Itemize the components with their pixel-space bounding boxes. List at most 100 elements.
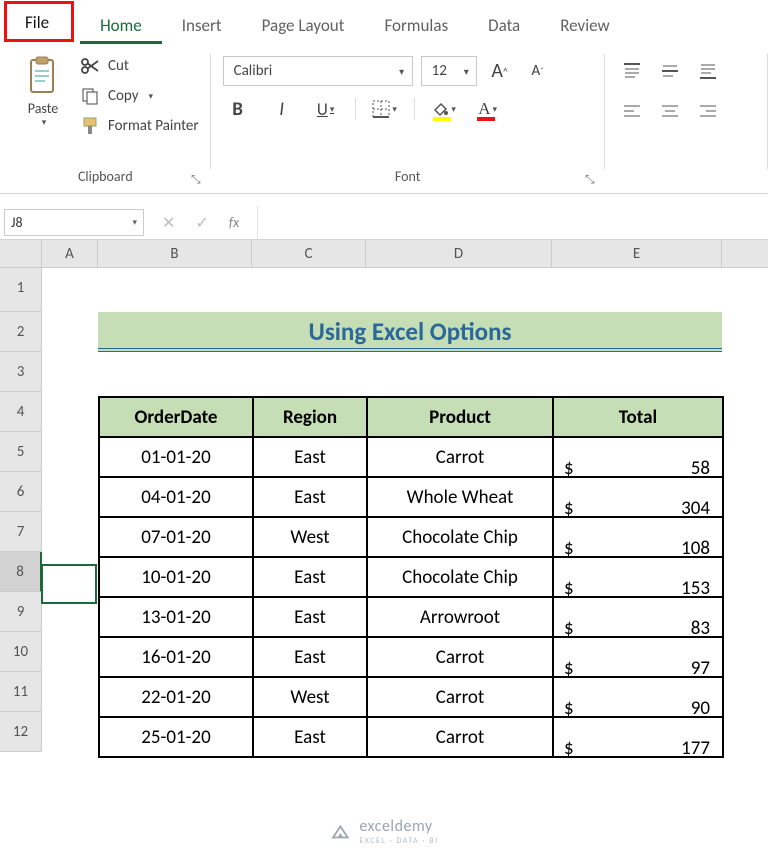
header-orderdate[interactable]: OrderDate [99,397,253,437]
row-header[interactable]: 10 [0,632,42,672]
fx-button[interactable]: fx [229,214,239,231]
group-font: Calibri ▾ 12 ▾ A^ Aˇ B I U▾ ▾ [211,44,605,193]
separator [414,98,415,120]
copy-button[interactable]: Copy ▾ [80,86,199,106]
cell[interactable]: 16-01-20 [99,637,253,677]
cell[interactable]: $58 [553,437,723,477]
watermark-brand: exceldemy [359,817,432,836]
tab-review[interactable]: Review [540,5,629,44]
dialog-launcher-icon[interactable]: ⤡ [191,172,201,188]
cell[interactable]: Carrot [367,637,553,677]
font-name-dropdown[interactable]: Calibri ▾ [223,56,413,86]
tab-file[interactable]: File [4,1,74,42]
format-painter-button[interactable]: Format Painter [80,116,199,136]
font-size-dropdown[interactable]: 12 ▾ [421,56,477,86]
row-header[interactable]: 11 [0,672,42,712]
increase-font-button[interactable]: A^ [485,56,515,86]
tab-formulas[interactable]: Formulas [364,5,468,44]
chevron-down-icon: ▾ [42,117,47,128]
decrease-font-button[interactable]: Aˇ [523,56,553,86]
cell[interactable]: Arrowroot [367,597,553,637]
cell[interactable]: 04-01-20 [99,477,253,517]
cell[interactable]: Chocolate Chip [367,517,553,557]
tab-data[interactable]: Data [468,5,540,44]
cell[interactable]: $97 [553,637,723,677]
align-top-button[interactable] [617,56,647,86]
borders-button[interactable]: ▾ [370,94,400,124]
header-total[interactable]: Total [553,397,723,437]
cells-area[interactable]: Using Excel Options OrderDate Region Pro… [42,268,768,752]
chevron-down-icon: ▾ [457,65,476,78]
table-row: 16-01-20EastCarrot$97 [99,637,723,677]
cell[interactable]: $83 [553,597,723,637]
cell[interactable]: $177 [553,717,723,757]
align-middle-button[interactable] [655,56,685,86]
cell[interactable]: 22-01-20 [99,677,253,717]
title-cell[interactable]: Using Excel Options [98,312,722,352]
cell[interactable]: $153 [553,557,723,597]
row-header[interactable]: 9 [0,592,42,632]
cell[interactable]: 07-01-20 [99,517,253,557]
align-left-button[interactable] [617,96,647,126]
col-header-b[interactable]: B [98,240,252,267]
align-center-button[interactable] [655,96,685,126]
cell[interactable]: East [253,717,367,757]
row-header[interactable]: 12 [0,712,42,752]
align-bottom-button[interactable] [693,56,723,86]
col-header-d[interactable]: D [366,240,552,267]
tab-insert[interactable]: Insert [162,5,242,44]
name-box-value: J8 [11,214,23,231]
dialog-launcher-icon[interactable]: ⤡ [585,172,595,188]
cell[interactable]: $90 [553,677,723,717]
cell[interactable]: West [253,677,367,717]
select-all-corner[interactable] [0,240,42,267]
cell[interactable]: East [253,437,367,477]
row-header[interactable]: 3 [0,352,42,392]
row-header[interactable]: 8 [0,552,42,592]
col-header-e[interactable]: E [552,240,722,267]
formula-input[interactable] [257,206,768,239]
col-header-c[interactable]: C [252,240,366,267]
tab-home[interactable]: Home [80,5,162,44]
row-header[interactable]: 6 [0,472,42,512]
col-header-a[interactable]: A [42,240,98,267]
cell[interactable]: Carrot [367,717,553,757]
cell[interactable]: $108 [553,517,723,557]
cell[interactable]: 25-01-20 [99,717,253,757]
cell[interactable]: 10-01-20 [99,557,253,597]
table-row: 04-01-20EastWhole Wheat$304 [99,477,723,517]
cell[interactable]: East [253,637,367,677]
paste-button[interactable]: Paste ▾ [12,50,74,169]
tab-page-layout[interactable]: Page Layout [242,5,365,44]
cell[interactable]: $304 [553,477,723,517]
row-header[interactable]: 4 [0,392,42,432]
italic-button[interactable]: I [267,94,297,124]
name-box[interactable]: J8 ▾ [4,209,144,236]
bucket-icon [431,100,449,118]
row-header[interactable]: 5 [0,432,42,472]
cell[interactable]: East [253,597,367,637]
enter-icon[interactable]: ✓ [195,213,208,233]
cell[interactable]: East [253,557,367,597]
cell[interactable]: 01-01-20 [99,437,253,477]
underline-button[interactable]: U▾ [311,94,341,124]
cell[interactable]: 13-01-20 [99,597,253,637]
header-product[interactable]: Product [367,397,553,437]
row-header[interactable]: 7 [0,512,42,552]
row-header[interactable]: 1 [0,268,42,312]
cell[interactable]: Carrot [367,677,553,717]
row-header[interactable]: 2 [0,312,42,352]
align-right-button[interactable] [693,96,723,126]
font-color-button[interactable]: A▾ [473,94,503,124]
fill-color-button[interactable]: ▾ [429,94,459,124]
cell[interactable]: Whole Wheat [367,477,553,517]
header-region[interactable]: Region [253,397,367,437]
cell[interactable]: East [253,477,367,517]
cut-button[interactable]: Cut [80,56,199,76]
cancel-icon[interactable]: ✕ [162,213,175,233]
cell[interactable]: Chocolate Chip [367,557,553,597]
cell[interactable]: West [253,517,367,557]
cell[interactable]: Carrot [367,437,553,477]
watermark-tagline: EXCEL · DATA · BI [359,836,438,846]
bold-button[interactable]: B [223,94,253,124]
